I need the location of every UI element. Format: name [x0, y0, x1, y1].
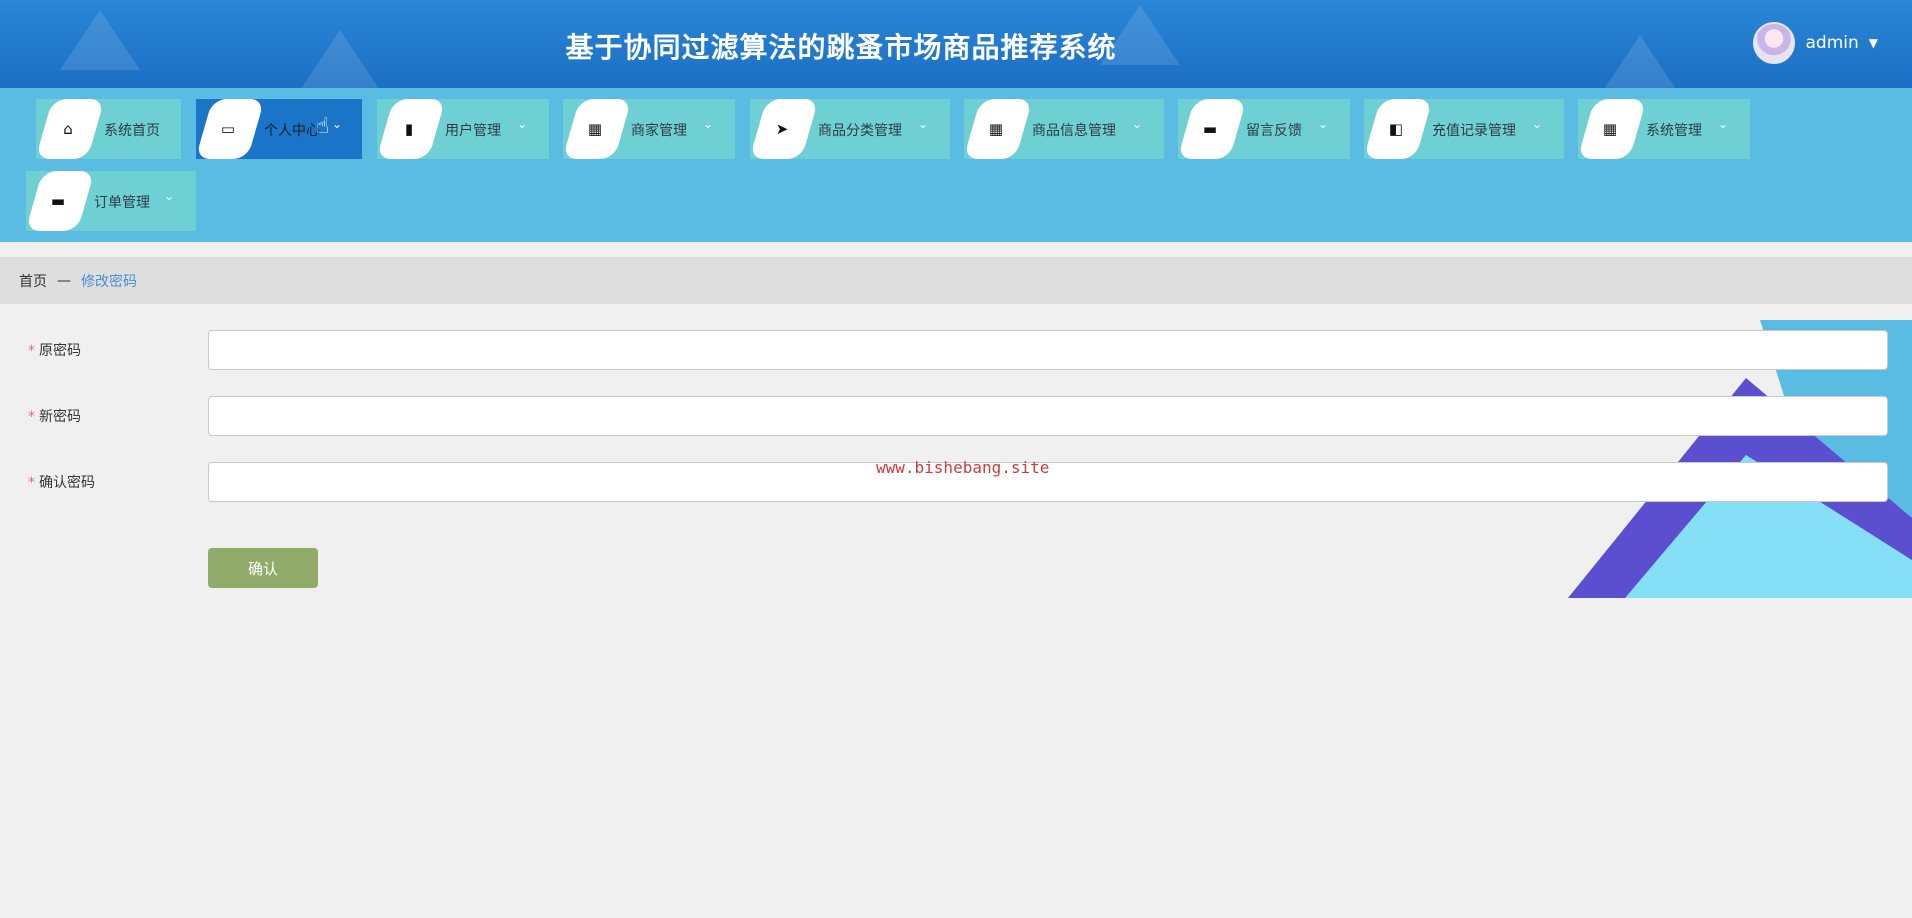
nav-item-category-management[interactable]: ➤ 商品分类管理 ⌄	[749, 99, 950, 159]
grid-icon: ▦	[1602, 120, 1618, 138]
field-label-text: 原密码	[39, 343, 81, 359]
chevron-down-icon: ⌄	[332, 117, 343, 131]
main-nav: ⌂ 系统首页 ▭ 个人中心 ⌄ ▮ 用户管理 ⌄ ▦ 商家管理 ⌄ ➤ 商品分类…	[0, 88, 1912, 242]
nav-item-label: 系统管理	[1646, 123, 1702, 139]
breadcrumb: 首页 — 修改密码	[0, 257, 1912, 304]
required-mark: *	[28, 475, 35, 491]
nav-item-merchant-management[interactable]: ▦ 商家管理 ⌄	[562, 99, 735, 159]
nav-item-label: 用户管理	[445, 123, 501, 139]
send-icon: ➤	[775, 120, 789, 138]
old-password-label: * 原密码	[28, 340, 81, 360]
required-mark: *	[28, 343, 35, 359]
nav-item-label: 商品分类管理	[818, 123, 902, 139]
field-label-text: 确认密码	[39, 475, 95, 491]
grid-icon: ▦	[587, 120, 603, 138]
chevron-down-icon: ⌄	[1318, 117, 1329, 131]
nav-item-home[interactable]: ⌂ 系统首页	[35, 99, 181, 159]
nav-item-feedback[interactable]: ▬ 留言反馈 ⌄	[1177, 99, 1350, 159]
caret-down-icon[interactable]: ▼	[1869, 36, 1878, 50]
watermark: www.bishebang.site	[876, 458, 1050, 477]
new-password-input[interactable]	[208, 396, 1888, 436]
nav-item-order-management[interactable]: ▬ 订单管理 ⌄	[25, 171, 196, 231]
home-icon: ⌂	[63, 120, 73, 138]
wallet-icon: ▭	[220, 120, 236, 138]
old-password-input[interactable]	[208, 330, 1888, 370]
nav-item-label: 留言反馈	[1246, 123, 1302, 139]
breadcrumb-current: 修改密码	[81, 273, 137, 290]
nav-item-label: 商品信息管理	[1032, 123, 1116, 139]
breadcrumb-separator: —	[57, 272, 71, 289]
nav-item-recharge-management[interactable]: ◧ 充值记录管理 ⌄	[1363, 99, 1564, 159]
user-name[interactable]: admin	[1805, 33, 1858, 53]
nav-item-label: 订单管理	[94, 195, 150, 211]
nav-item-label: 商家管理	[631, 123, 687, 139]
user-menu[interactable]: admin ▼	[1753, 22, 1878, 64]
new-password-label: * 新密码	[28, 406, 81, 426]
nav-item-system-management[interactable]: ▦ 系统管理 ⌄	[1577, 99, 1750, 159]
app-title: 基于协同过滤算法的跳蚤市场商品推荐系统	[565, 31, 1117, 64]
nav-item-product-management[interactable]: ▦ 商品信息管理 ⌄	[963, 99, 1164, 159]
grid-icon: ▦	[988, 120, 1004, 138]
nav-item-personal-center[interactable]: ▭ 个人中心 ⌄	[195, 99, 362, 159]
nav-item-label: 充值记录管理	[1432, 123, 1516, 139]
nav-item-label: 个人中心	[264, 123, 320, 139]
nav-item-user-management[interactable]: ▮ 用户管理 ⌄	[376, 99, 549, 159]
chevron-down-icon: ⌄	[703, 117, 714, 131]
breadcrumb-home[interactable]: 首页	[19, 271, 47, 291]
field-label-text: 新密码	[39, 409, 81, 425]
wallet-icon: ◧	[1388, 120, 1404, 138]
hand-cursor-icon: ☝	[316, 114, 330, 139]
chevron-down-icon: ⌄	[1132, 117, 1143, 131]
required-mark: *	[28, 409, 35, 425]
avatar[interactable]	[1753, 22, 1796, 64]
chevron-down-icon: ⌄	[164, 189, 175, 203]
top-header: 基于协同过滤算法的跳蚤市场商品推荐系统 admin ▼	[0, 0, 1912, 88]
chevron-down-icon: ⌄	[517, 117, 528, 131]
chevron-down-icon: ⌄	[1718, 117, 1729, 131]
box-icon: ▬	[50, 192, 66, 210]
chevron-down-icon: ⌄	[918, 117, 929, 131]
bar-chart-icon: ▮	[404, 120, 414, 138]
confirm-button[interactable]: 确认	[208, 548, 318, 588]
chevron-down-icon: ⌄	[1532, 117, 1543, 131]
confirm-password-label: * 确认密码	[28, 472, 95, 492]
nav-item-label: 系统首页	[104, 123, 160, 139]
briefcase-icon: ▬	[1202, 120, 1218, 138]
